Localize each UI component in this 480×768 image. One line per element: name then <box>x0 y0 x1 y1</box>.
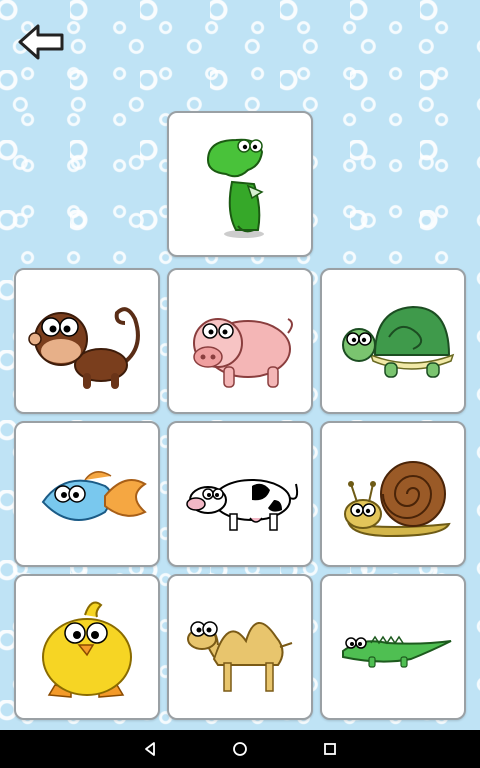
system-back-button[interactable] <box>140 739 160 759</box>
system-recents-button[interactable] <box>320 739 340 759</box>
snail-icon <box>344 461 451 538</box>
chick-icon <box>42 601 132 698</box>
dinosaur-icon <box>206 138 264 238</box>
animal-card-turtle[interactable] <box>320 268 466 414</box>
animal-card-chick[interactable] <box>14 574 160 720</box>
back-button[interactable] <box>16 20 68 64</box>
turtle-icon <box>342 305 455 378</box>
pig-icon <box>193 318 293 388</box>
system-home-button[interactable] <box>230 739 250 759</box>
animal-card-snail[interactable] <box>320 421 466 567</box>
animal-card-camel[interactable] <box>167 574 313 720</box>
crocodile-icon <box>342 635 452 668</box>
animal-card-dinosaur[interactable] <box>167 111 313 257</box>
cow-icon <box>186 479 299 531</box>
animal-card-crocodile[interactable] <box>320 574 466 720</box>
recents-square-icon <box>324 743 336 755</box>
monkey-icon <box>28 307 140 389</box>
animal-card-monkey[interactable] <box>14 268 160 414</box>
camel-icon <box>187 621 293 692</box>
animal-card-fish[interactable] <box>14 421 160 567</box>
fish-icon <box>41 471 147 521</box>
system-navigation-bar <box>0 730 480 768</box>
home-circle-icon <box>233 742 247 756</box>
animal-card-cow[interactable] <box>167 421 313 567</box>
animal-card-pig[interactable] <box>167 268 313 414</box>
arrow-left-icon <box>18 24 64 60</box>
back-triangle-icon <box>145 742 155 756</box>
